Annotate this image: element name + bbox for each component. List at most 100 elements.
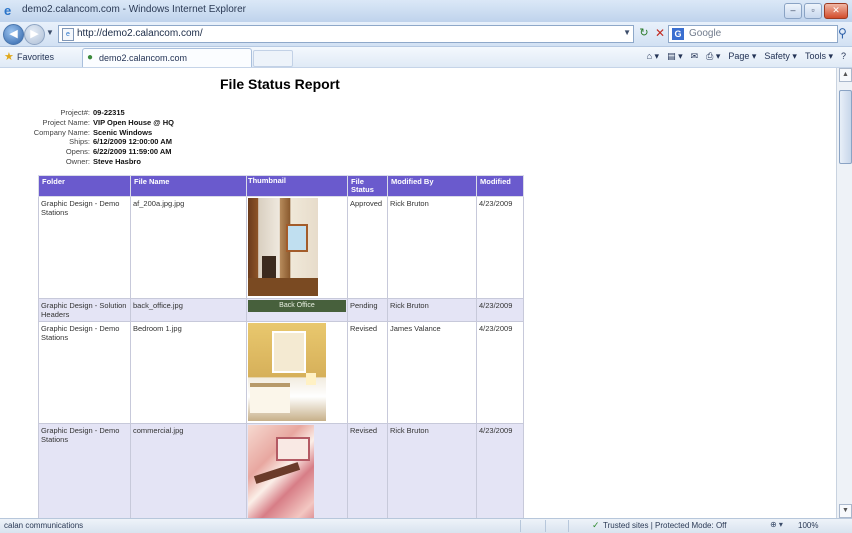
column-header-file-status: File Status [347, 175, 388, 197]
meta-value: 6/22/2009 11:59:00 AM [93, 147, 172, 157]
address-dropdown-icon[interactable]: ▼ [623, 28, 631, 37]
meta-value: Scenic Windows [93, 127, 153, 137]
file-status-table: Folder File Name Thumbnail File Status M… [38, 175, 524, 518]
scroll-up-icon[interactable]: ▲ [839, 68, 852, 82]
meta-row: Owner: Steve Hasbro [32, 157, 174, 167]
help-icon[interactable]: ? [841, 51, 846, 62]
refresh-icon[interactable]: ↻ [636, 26, 652, 41]
home-icon[interactable]: ⌂ ▾ [647, 51, 659, 62]
cell-modified: 4/23/2009 [476, 423, 524, 518]
search-input[interactable]: G Google [668, 25, 838, 43]
zoom-level[interactable]: 100% [798, 521, 818, 530]
tab-site-icon: ● [87, 52, 94, 63]
forward-button[interactable]: ▶ [24, 24, 45, 45]
project-meta: Project#: 09-22315 Project Name: VIP Ope… [32, 108, 174, 167]
meta-row: Ships: 6/12/2009 12:00:00 AM [32, 137, 174, 147]
cell-modified-by: Rick Bruton [387, 423, 477, 518]
browser-tab[interactable]: ● demo2.calancom.com [82, 48, 252, 67]
table-header-row: Folder File Name Thumbnail File Status M… [38, 175, 524, 197]
ie-logo-icon: e [4, 3, 12, 18]
cell-modified: 4/23/2009 [476, 196, 524, 299]
table-row: Graphic Design - Demo Stations af_200a.j… [38, 196, 524, 299]
address-input[interactable]: e http://demo2.calancom.com/ ▼ [58, 25, 634, 43]
feeds-icon[interactable]: ▤ ▾ [667, 51, 683, 62]
cell-modified-by: Rick Bruton [387, 196, 477, 299]
column-header-modified-by: Modified By [387, 175, 477, 197]
cell-status: Revised [347, 321, 388, 424]
favorites-star-icon[interactable]: ★ [4, 50, 14, 63]
safety-menu[interactable]: Safety ▾ [764, 51, 797, 62]
google-icon: G [672, 28, 684, 40]
meta-value: Steve Hasbro [93, 156, 141, 166]
cell-thumbnail [246, 423, 348, 518]
security-zone[interactable]: Trusted sites | Protected Mode: Off [603, 521, 726, 530]
vertical-scrollbar[interactable]: ▲ ▼ [836, 68, 852, 518]
cell-folder: Graphic Design - Demo Stations [38, 321, 131, 424]
cell-file-name: Bedroom 1.jpg [130, 321, 247, 424]
favorites-button[interactable]: Favorites [17, 52, 54, 62]
command-bar: ⌂ ▾ ▤ ▾ ✉ ⎙ ▾ Page ▾ Safety ▾ Tools ▾ ? [647, 51, 846, 62]
favorites-bar: ★ Favorites ● demo2.calancom.com ⌂ ▾ ▤ ▾… [0, 47, 852, 68]
meta-label: Project Name: [42, 117, 90, 127]
table-row: Graphic Design - Demo Stations Bedroom 1… [38, 321, 524, 424]
search-engine-label: Google [689, 28, 722, 39]
cell-modified-by: Rick Bruton [387, 298, 477, 322]
meta-row: Opens: 6/22/2009 11:59:00 AM [32, 147, 174, 157]
status-bar: calan communications ✓ Trusted sites | P… [0, 518, 852, 533]
meta-row: Company Name: Scenic Windows [32, 128, 174, 138]
cell-folder: Graphic Design - Demo Stations [38, 423, 131, 518]
meta-row: Project#: 09-22315 [32, 108, 174, 118]
title-bar: e demo2.calancom.com - Windows Internet … [0, 0, 852, 23]
meta-label: Company Name: [33, 127, 90, 137]
thumbnail-image[interactable] [248, 425, 314, 518]
zoom-settings-icon[interactable]: ⊕ ▾ [770, 520, 783, 529]
cell-folder: Graphic Design - Solution Headers [38, 298, 131, 322]
cell-thumbnail: Back Office [246, 298, 348, 322]
meta-label: Owner: [65, 156, 90, 166]
back-button[interactable]: ◀ [3, 24, 24, 45]
print-icon[interactable]: ⎙ ▾ [706, 51, 720, 62]
cell-status: Pending [347, 298, 388, 322]
meta-row: Project Name: VIP Open House @ HQ [32, 117, 173, 128]
cell-status: Approved [347, 196, 388, 299]
minimize-icon[interactable]: – [784, 3, 802, 19]
cell-thumbnail [246, 321, 348, 424]
restore-icon[interactable]: ▫ [804, 3, 822, 19]
status-divider [545, 520, 546, 532]
column-header-thumbnail: Thumbnail [246, 175, 348, 197]
tab-label: demo2.calancom.com [99, 53, 188, 63]
thumbnail-image[interactable] [248, 323, 326, 421]
address-row: ◀ ▶ ▼ e http://demo2.calancom.com/ ▼ ↻ ✕… [0, 22, 852, 47]
status-text: calan communications [4, 521, 84, 530]
cell-file-name: back_office.jpg [130, 298, 247, 322]
window-title: demo2.calancom.com - Windows Internet Ex… [22, 4, 246, 15]
page-icon: e [62, 28, 74, 41]
cell-status: Revised [347, 423, 388, 518]
column-header-file-name: File Name [130, 175, 247, 197]
status-divider [568, 520, 569, 532]
meta-value: 6/12/2009 12:00:00 AM [93, 137, 172, 147]
cell-modified-by: James Valance [387, 321, 477, 424]
column-header-folder: Folder [38, 175, 131, 197]
report-title: File Status Report [220, 76, 340, 92]
page-menu[interactable]: Page ▾ [728, 51, 756, 62]
thumbnail-image[interactable]: Back Office [248, 300, 346, 312]
meta-label: Opens: [65, 147, 90, 157]
scrollbar-thumb[interactable] [839, 90, 852, 164]
meta-value: 09-22315 [93, 108, 125, 117]
column-header-modified: Modified [476, 175, 524, 197]
meta-label: Ships: [69, 137, 90, 147]
new-tab-button[interactable] [253, 50, 293, 67]
scroll-down-icon[interactable]: ▼ [839, 504, 852, 518]
cell-thumbnail [246, 196, 348, 299]
thumbnail-image[interactable] [248, 198, 318, 296]
close-icon[interactable]: ✕ [824, 3, 848, 19]
mail-icon[interactable]: ✉ [691, 51, 699, 62]
cell-modified: 4/23/2009 [476, 321, 524, 424]
tools-menu[interactable]: Tools ▾ [805, 51, 833, 62]
address-url: http://demo2.calancom.com/ [77, 28, 203, 39]
stop-icon[interactable]: ✕ [652, 26, 668, 41]
search-icon[interactable]: ⚲ [838, 26, 847, 40]
meta-label: Project#: [60, 108, 90, 117]
history-dropdown-icon[interactable]: ▼ [46, 28, 54, 37]
